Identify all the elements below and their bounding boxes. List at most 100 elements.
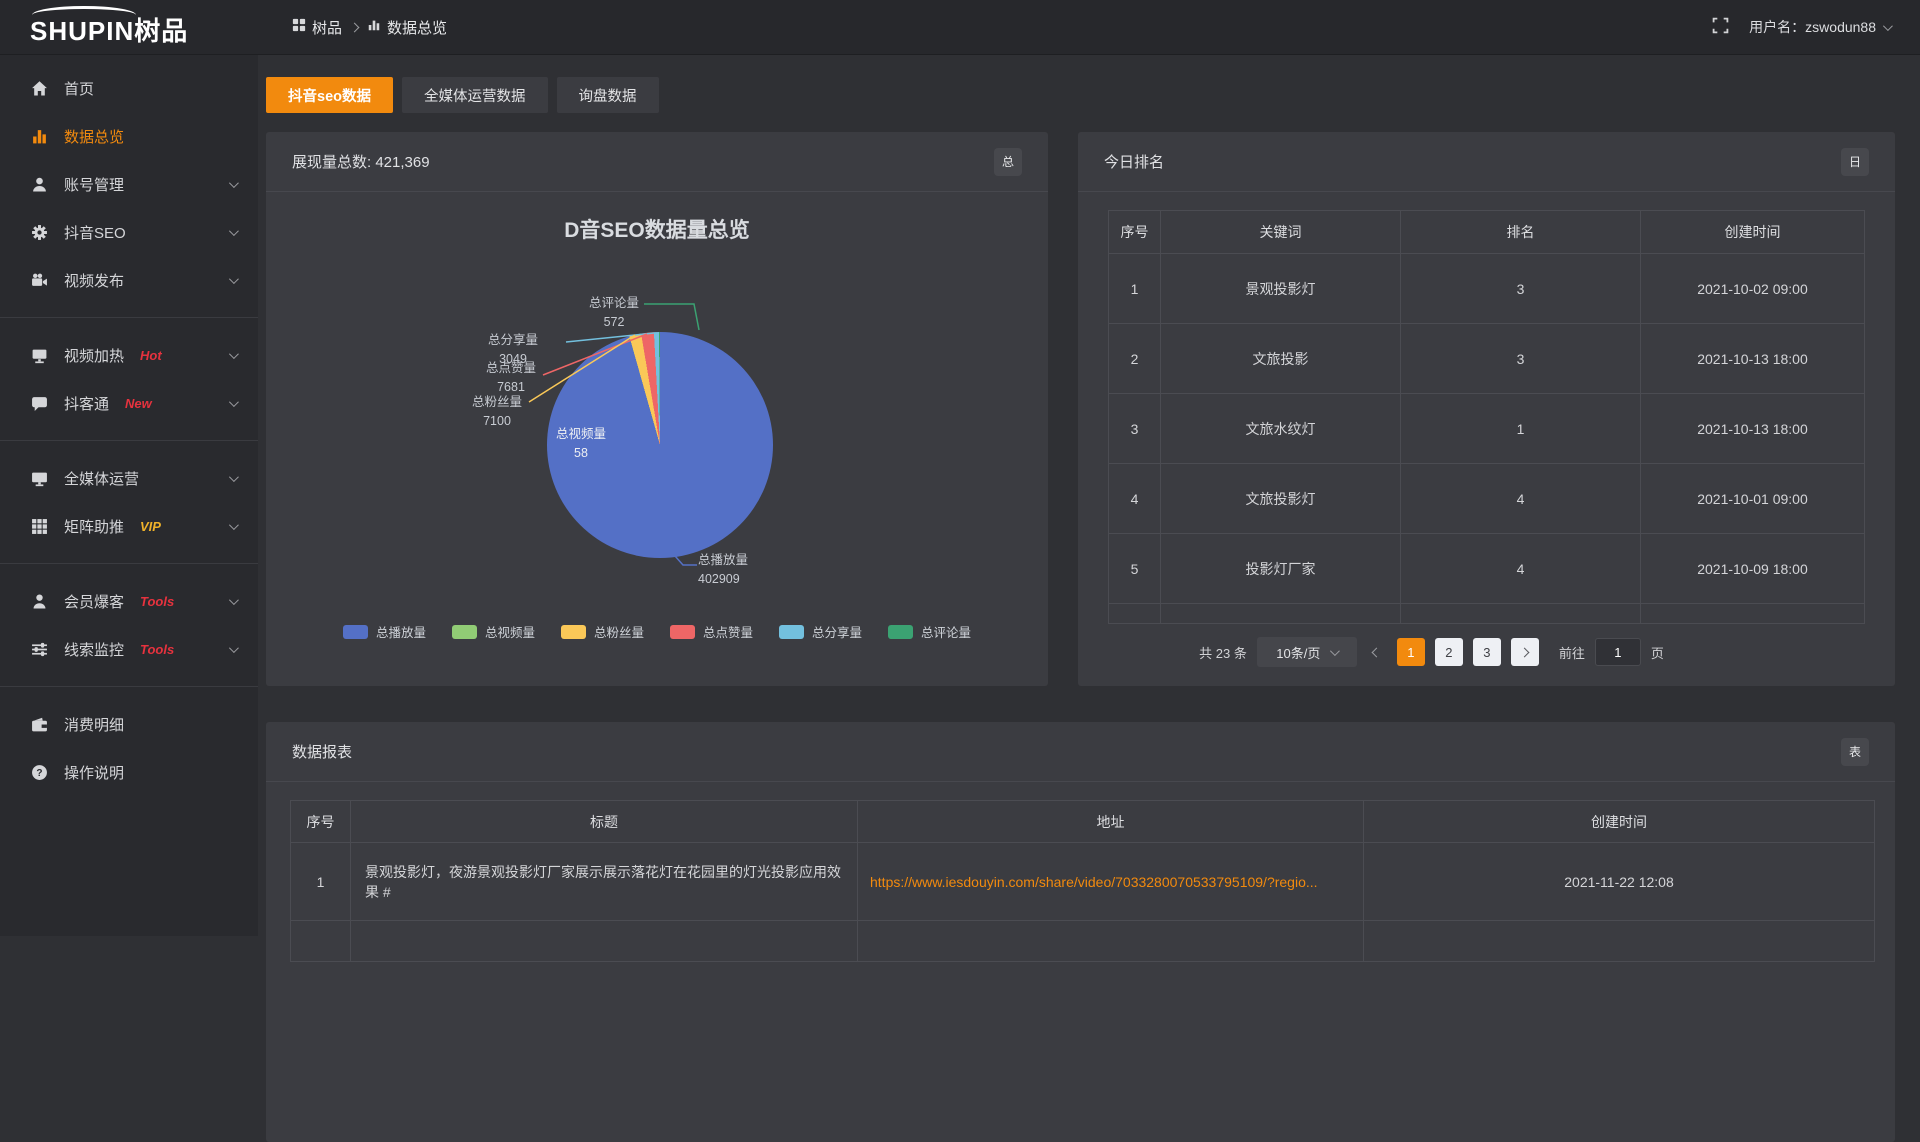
ranking-table: 序号 关键词 排名 创建时间 1景观投影灯32021-10-02 09:00 2… bbox=[1108, 210, 1865, 624]
sidebar-item-video-publish[interactable]: 视频发布 bbox=[0, 256, 258, 304]
today-ranking-panel: 今日排名 日 序号 关键词 排名 创建时间 1景观投影灯32021-10-02 … bbox=[1078, 132, 1895, 686]
table-row: 5投影灯厂家42021-10-09 18:00 bbox=[1109, 534, 1864, 604]
page-size-select[interactable]: 10条/页 bbox=[1257, 637, 1357, 667]
report-panel-title: 数据报表 bbox=[292, 741, 352, 762]
sidebar-divider bbox=[0, 686, 258, 687]
tools-badge: Tools bbox=[140, 642, 174, 657]
legend-swatch bbox=[561, 625, 586, 639]
chat-bubble-icon bbox=[30, 394, 48, 412]
report-table: 序号 标题 地址 创建时间 1 景观投影灯，夜游景观投影灯厂家展示展示落花灯在花… bbox=[290, 800, 1875, 962]
chevron-down-icon bbox=[1883, 21, 1893, 31]
sidebar-item-doukentong[interactable]: 抖客通 New bbox=[0, 379, 258, 427]
table-row: 1 景观投影灯，夜游景观投影灯厂家展示展示落花灯在花园里的灯光投影应用效果 # … bbox=[291, 843, 1874, 921]
person-icon bbox=[30, 592, 48, 610]
legend-item-videos[interactable]: 总视频量 bbox=[452, 622, 535, 641]
breadcrumb-separator-icon bbox=[350, 22, 360, 32]
page-button-3[interactable]: 3 bbox=[1473, 638, 1501, 666]
sidebar-item-label: 抖音SEO bbox=[64, 222, 126, 243]
breadcrumb-root[interactable]: 树品 bbox=[292, 17, 342, 38]
video-title-cell: 景观投影灯，夜游景观投影灯厂家展示展示落花灯在花园里的灯光投影应用效果 # bbox=[351, 843, 858, 921]
chart-title: D音SEO数据量总览 bbox=[266, 214, 1048, 244]
chart-legend: 总播放量 总视频量 总粉丝量 总点赞量 总分享量 总评论量 bbox=[266, 622, 1048, 641]
legend-item-likes[interactable]: 总点赞量 bbox=[670, 622, 753, 641]
ranking-panel-title: 今日排名 bbox=[1104, 151, 1164, 172]
chevron-down-icon bbox=[229, 178, 239, 188]
legend-item-plays[interactable]: 总播放量 bbox=[343, 622, 426, 641]
table-row-clipped bbox=[291, 921, 1874, 961]
page-button-1[interactable]: 1 bbox=[1397, 638, 1425, 666]
top-header: SHUPIN树品 树品 数据总览 用户名：zswodun88 bbox=[0, 0, 1920, 55]
app-grid-icon bbox=[292, 18, 306, 36]
sidebar-item-douyin-seo[interactable]: 抖音SEO bbox=[0, 208, 258, 256]
tab-bar: 抖音seo数据 全媒体运营数据 询盘数据 bbox=[266, 77, 659, 113]
video-url-link[interactable]: https://www.iesdouyin.com/share/video/70… bbox=[858, 843, 1364, 921]
sidebar-item-label: 会员爆客 bbox=[64, 591, 124, 612]
legend-item-shares[interactable]: 总分享量 bbox=[779, 622, 862, 641]
legend-item-comments[interactable]: 总评论量 bbox=[888, 622, 971, 641]
chevron-right-icon bbox=[1520, 647, 1530, 657]
sidebar-item-spend-detail[interactable]: 消费明细 bbox=[0, 700, 258, 748]
wallet-icon bbox=[30, 715, 48, 733]
table-row: 2文旅投影32021-10-13 18:00 bbox=[1109, 324, 1864, 394]
pie-label-comments: 总评论量572 bbox=[579, 294, 649, 333]
tab-media-operation-data[interactable]: 全媒体运营数据 bbox=[402, 77, 548, 113]
main-content: 抖音seo数据 全媒体运营数据 询盘数据 展现量总数: 421,369 总 D音… bbox=[258, 55, 1920, 936]
sidebar-item-accounts[interactable]: 账号管理 bbox=[0, 160, 258, 208]
sidebar-divider bbox=[0, 563, 258, 564]
sidebar-item-video-heat[interactable]: 视频加热 Hot bbox=[0, 331, 258, 379]
user-menu[interactable]: 用户名：zswodun88 bbox=[1749, 17, 1890, 37]
bar-chart-icon bbox=[30, 127, 48, 145]
sidebar: 首页 数据总览 账号管理 抖音SEO 视频发布 视频加热 Hot 抖客通 New… bbox=[0, 55, 258, 936]
chevron-down-icon bbox=[229, 595, 239, 605]
impressions-total-label: 展现量总数: 421,369 bbox=[292, 151, 430, 172]
hot-badge: Hot bbox=[140, 348, 162, 363]
table-row-clipped bbox=[1109, 604, 1864, 623]
chevron-down-icon bbox=[229, 520, 239, 530]
chevron-down-icon bbox=[229, 397, 239, 407]
sidebar-item-label: 消费明细 bbox=[64, 714, 124, 735]
next-page-button[interactable] bbox=[1511, 638, 1539, 666]
pie-label-likes: 总点赞量7681 bbox=[476, 359, 546, 398]
prev-page-button[interactable] bbox=[1367, 649, 1387, 656]
day-toggle-button[interactable]: 日 bbox=[1841, 148, 1869, 176]
created-time-cell: 2021-11-22 12:08 bbox=[1364, 843, 1874, 921]
sidebar-item-lead-monitor[interactable]: 线索监控 Tools bbox=[0, 625, 258, 673]
chevron-down-icon bbox=[229, 274, 239, 284]
video-camera-icon bbox=[30, 271, 48, 289]
chevron-down-icon bbox=[1330, 646, 1340, 656]
legend-swatch bbox=[779, 625, 804, 639]
chevron-down-icon bbox=[229, 472, 239, 482]
data-report-panel: 数据报表 表 序号 标题 地址 创建时间 1 景观投影灯，夜游景观投影灯厂家展示… bbox=[266, 722, 1895, 1142]
grid-icon bbox=[30, 517, 48, 535]
table-toggle-button[interactable]: 表 bbox=[1841, 738, 1869, 766]
legend-item-fans[interactable]: 总粉丝量 bbox=[561, 622, 644, 641]
pie-label-plays: 总播放量402909 bbox=[698, 551, 788, 590]
sidebar-item-label: 线索监控 bbox=[64, 639, 124, 660]
app-logo[interactable]: SHUPIN树品 bbox=[0, 10, 258, 44]
ranking-table-header: 序号 关键词 排名 创建时间 bbox=[1109, 211, 1864, 254]
fullscreen-icon[interactable] bbox=[1712, 17, 1729, 37]
sliders-icon bbox=[30, 640, 48, 658]
sidebar-item-help[interactable]: ? 操作说明 bbox=[0, 748, 258, 796]
sidebar-item-label: 首页 bbox=[64, 78, 94, 99]
pie-label-videos: 总视频量58 bbox=[546, 425, 616, 464]
sidebar-item-label: 视频加热 bbox=[64, 345, 124, 366]
sidebar-item-home[interactable]: 首页 bbox=[0, 64, 258, 112]
page-button-2[interactable]: 2 bbox=[1435, 638, 1463, 666]
pie-label-fans: 总粉丝量7100 bbox=[462, 393, 532, 432]
breadcrumb: 树品 数据总览 bbox=[292, 17, 447, 38]
sidebar-divider bbox=[0, 440, 258, 441]
total-count-label: 共 23 条 bbox=[1199, 643, 1247, 662]
breadcrumb-current[interactable]: 数据总览 bbox=[367, 17, 447, 38]
sidebar-item-media-operation[interactable]: 全媒体运营 bbox=[0, 454, 258, 502]
tab-douyin-seo-data[interactable]: 抖音seo数据 bbox=[266, 77, 393, 113]
sidebar-item-data-overview[interactable]: 数据总览 bbox=[0, 112, 258, 160]
sidebar-item-label: 账号管理 bbox=[64, 174, 124, 195]
sidebar-item-label: 全媒体运营 bbox=[64, 468, 139, 489]
sidebar-item-member-burst[interactable]: 会员爆客 Tools bbox=[0, 577, 258, 625]
sidebar-item-matrix-boost[interactable]: 矩阵助推 VIP bbox=[0, 502, 258, 550]
tab-inquiry-data[interactable]: 询盘数据 bbox=[557, 77, 659, 113]
total-toggle-button[interactable]: 总 bbox=[994, 148, 1022, 176]
legend-swatch bbox=[670, 625, 695, 639]
goto-page-input[interactable] bbox=[1595, 638, 1641, 666]
